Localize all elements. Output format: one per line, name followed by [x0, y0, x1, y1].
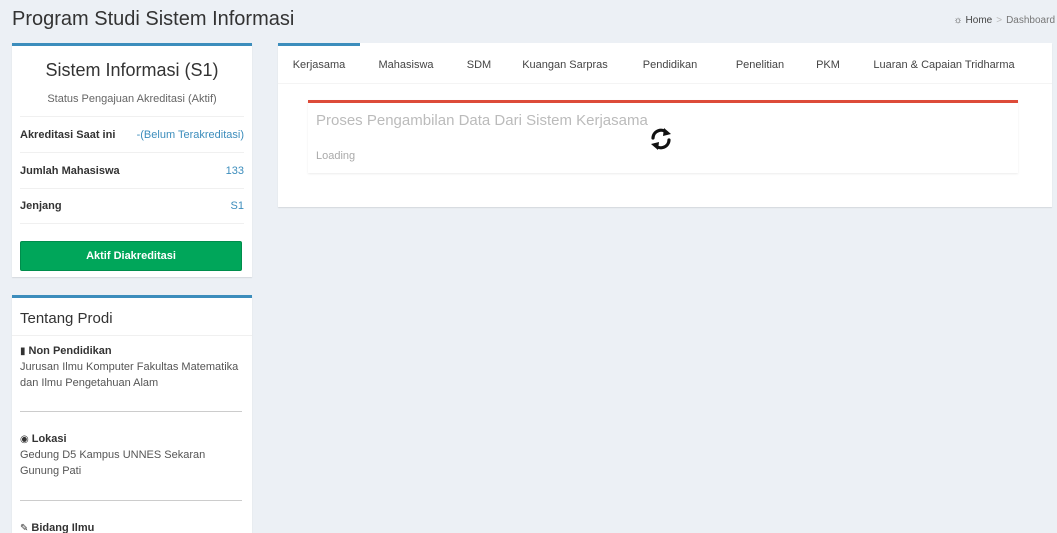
tab-penelitian[interactable]: Penelitian	[723, 43, 797, 84]
divider	[20, 411, 242, 412]
info-value[interactable]: S1	[231, 200, 244, 212]
breadcrumb: ☼ Home > Dashboard	[953, 15, 1055, 26]
tab-kuangan-sarpras[interactable]: Kuangan Sarpras	[514, 43, 616, 84]
section-heading: Bidang Ilmu	[31, 522, 95, 533]
about-section-non-pendidikan: ▮ Non Pendidikan Jurusan Ilmu Komputer Fa…	[20, 345, 242, 391]
tabs-panel: Kerjasama Mahasiswa SDM Kuangan Sarpras …	[278, 43, 1052, 207]
info-label: Akreditasi Saat ini	[20, 128, 116, 141]
dashboard-icon: ☼	[953, 15, 963, 26]
info-value[interactable]: -(Belum Terakreditasi)	[137, 129, 244, 141]
breadcrumb-separator: >	[996, 15, 1003, 26]
info-row-akreditasi: Akreditasi Saat ini -(Belum Terakreditas…	[20, 116, 244, 152]
about-section-bidang-ilmu: ✎ Bidang Ilmu	[20, 522, 242, 533]
tab-sdm[interactable]: SDM	[458, 43, 500, 84]
profile-box: Sistem Informasi (S1) Status Pengajuan A…	[12, 43, 252, 277]
map-marker-icon: ◉	[20, 434, 29, 445]
program-name: Sistem Informasi (S1)	[45, 60, 219, 80]
info-label: Jumlah Mahasiswa	[20, 164, 120, 177]
accreditation-status: Status Pengajuan Akreditasi (Aktif)	[47, 93, 217, 105]
divider	[12, 335, 252, 336]
about-box: Tentang Prodi ▮ Non Pendidikan Jurusan Il…	[12, 295, 252, 533]
info-row-jenjang: Jenjang S1	[20, 188, 244, 224]
tab-pkm[interactable]: PKM	[808, 43, 848, 84]
refresh-icon	[651, 128, 671, 150]
info-label: Jenjang	[20, 200, 62, 212]
tab-kerjasama[interactable]: Kerjasama	[278, 43, 360, 84]
tab-luaran-capaian-tridharma[interactable]: Luaran & Capaian Tridharma	[866, 43, 1022, 84]
loading-panel: Proses Pengambilan Data Dari Sistem Kerj…	[308, 100, 1018, 173]
loading-title: Proses Pengambilan Data Dari Sistem Kerj…	[316, 112, 648, 129]
section-heading: Lokasi	[31, 433, 67, 445]
about-section-lokasi: ◉ Lokasi Gedung D5 Kampus UNNES Sekaran G…	[20, 433, 242, 479]
tabs-nav: Kerjasama Mahasiswa SDM Kuangan Sarpras …	[278, 43, 1052, 84]
section-heading: Non Pendidikan	[28, 345, 112, 357]
book-icon: ▮	[20, 346, 26, 357]
section-body: Gedung D5 Kampus UNNES Sekaran Gunung Pa…	[20, 449, 206, 477]
tab-pendidikan[interactable]: Pendidikan	[630, 43, 710, 84]
section-body: Jurusan Ilmu Komputer Fakultas Matematik…	[20, 361, 239, 389]
aktif-diakreditasi-button[interactable]: Aktif Diakreditasi	[20, 241, 242, 271]
divider	[20, 500, 242, 501]
breadcrumb-current: Dashboard	[1006, 15, 1055, 26]
breadcrumb-home-link[interactable]: Home	[966, 15, 993, 26]
about-title: Tentang Prodi	[20, 310, 113, 327]
page-header: Program Studi Sistem Informasi ☼ Home > Das…	[0, 0, 1057, 40]
page-title: Program Studi Sistem Informasi	[12, 8, 295, 30]
info-row-mahasiswa: Jumlah Mahasiswa 133	[20, 152, 244, 188]
loading-text: Loading	[316, 150, 356, 162]
tab-mahasiswa[interactable]: Mahasiswa	[366, 43, 446, 84]
info-value[interactable]: 133	[226, 165, 244, 177]
pencil-icon: ✎	[20, 523, 29, 533]
